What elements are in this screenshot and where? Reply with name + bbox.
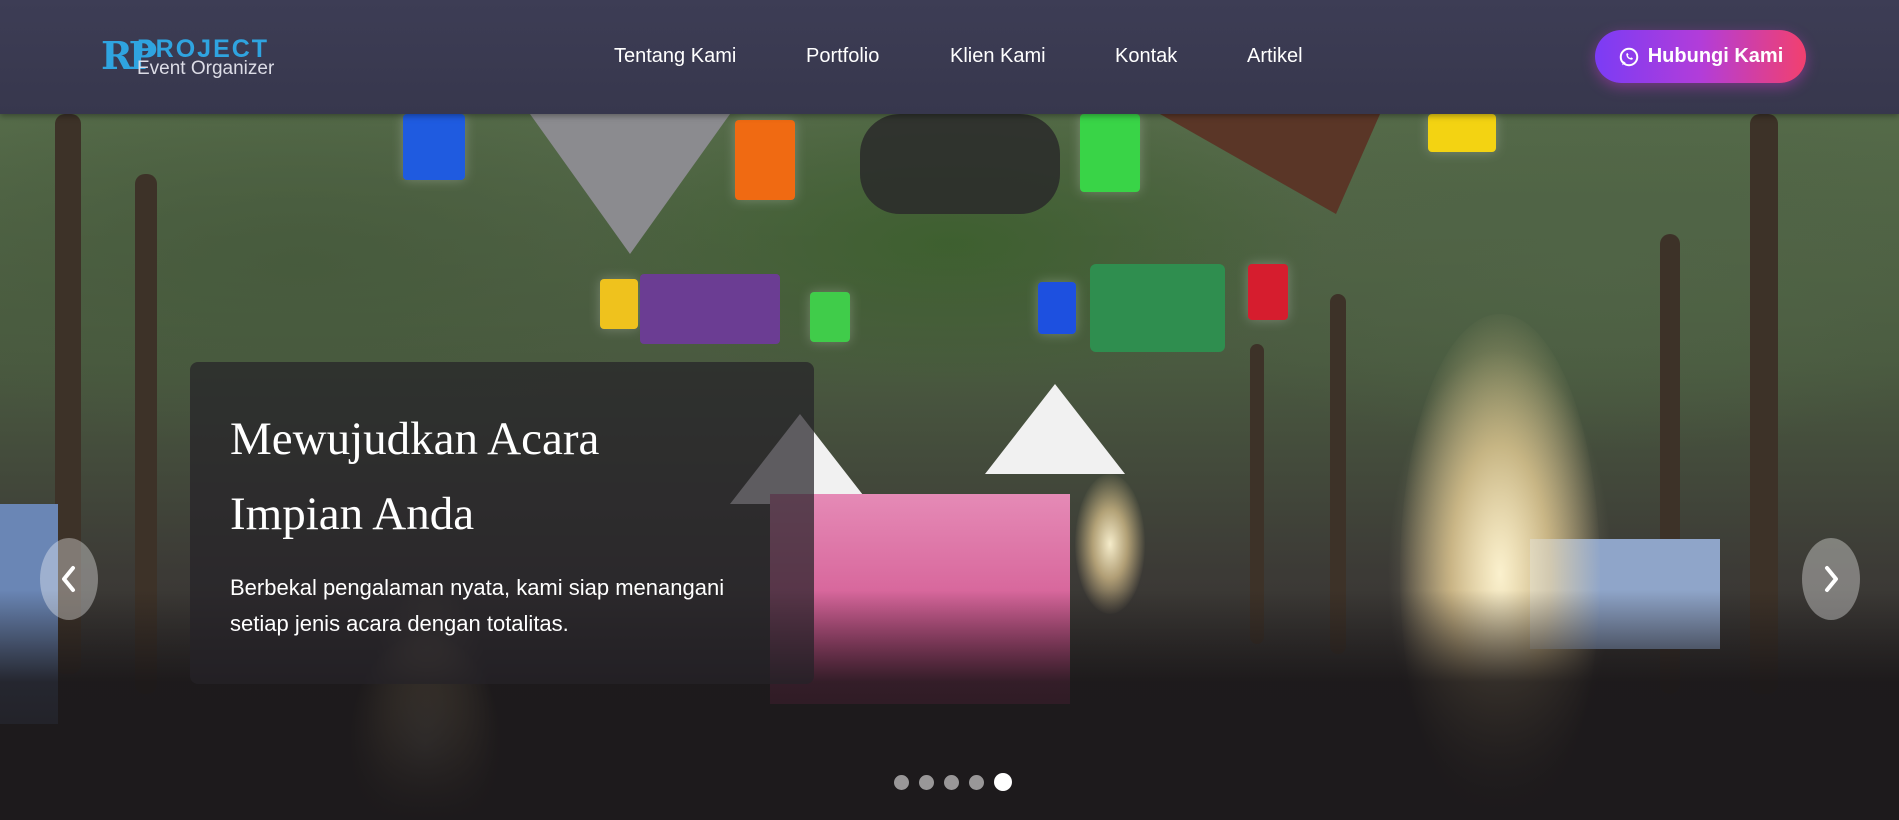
hero-title: Mewujudkan Acara Impian Anda: [230, 402, 790, 552]
hero-title-line-2: Impian Anda: [230, 488, 475, 540]
hero-subtitle-line-1: Berbekal pengalaman nyata, kami siap men…: [230, 575, 725, 600]
nav-link-artikel[interactable]: Artikel: [1247, 44, 1303, 68]
hero-subtitle-line-2: setiap jenis acara dengan totalitas.: [230, 611, 569, 636]
carousel-dot-1[interactable]: [894, 774, 909, 790]
nav-link-tentang-kami[interactable]: Tentang Kami: [614, 44, 736, 68]
hero-subtitle: Berbekal pengalaman nyata, kami siap men…: [230, 570, 790, 642]
hero-title-line-1: Mewujudkan Acara: [230, 413, 600, 465]
carousel-dot-5[interactable]: [994, 773, 1012, 791]
brand-logo[interactable]: RP PROJECT Event Organizer: [101, 35, 281, 80]
carousel-next-button[interactable]: [1802, 538, 1860, 620]
hero-caption: Mewujudkan Acara Impian Anda Berbekal pe…: [190, 362, 814, 684]
nav-link-kontak[interactable]: Kontak: [1115, 44, 1177, 68]
carousel-dot-4[interactable]: [969, 774, 984, 790]
contact-button[interactable]: Hubungi Kami: [1595, 30, 1806, 83]
carousel-dot-3[interactable]: [944, 774, 959, 790]
nav-link-portfolio[interactable]: Portfolio: [806, 44, 879, 68]
nav-link-klien-kami[interactable]: Klien Kami: [950, 44, 1046, 68]
carousel-dot-2[interactable]: [919, 774, 934, 790]
chevron-right-icon: [1825, 566, 1838, 592]
carousel-indicators: [894, 773, 1012, 791]
carousel-prev-button[interactable]: [40, 538, 98, 620]
logo-tagline: Event Organizer: [137, 58, 275, 79]
contact-button-label: Hubungi Kami: [1647, 45, 1784, 67]
whatsapp-icon: [1618, 46, 1640, 68]
chevron-left-icon: [62, 566, 75, 592]
navbar: RP PROJECT Event Organizer Tentang Kami …: [0, 0, 1899, 114]
